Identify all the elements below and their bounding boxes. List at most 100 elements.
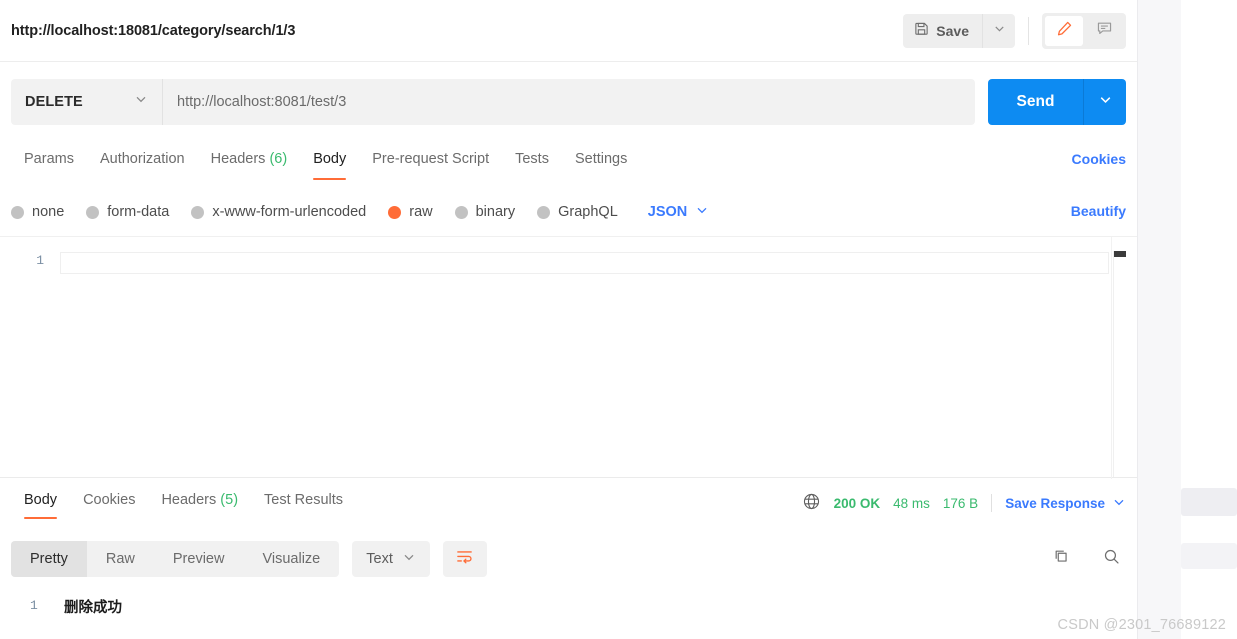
response-tabs: Body Cookies Headers (5) Test Results 20… [0,484,1137,524]
body-type-label: binary [475,204,516,220]
tab-label: Cookies [83,492,136,508]
view-mode-raw[interactable]: Raw [87,541,154,577]
tab-label: Body [313,151,347,167]
response-body-text: 删除成功 [64,600,122,616]
tab-settings[interactable]: Settings [562,140,640,180]
view-toggle-group [1042,13,1126,49]
background-block [1181,488,1237,516]
chevron-down-icon [134,92,148,111]
pencil-icon [1056,20,1073,42]
editor-active-line[interactable] [60,252,1109,274]
tab-params[interactable]: Params [11,140,87,180]
tab-label: Test Results [264,492,344,508]
search-icon [1102,547,1121,571]
editor-scroll-track-line [1111,237,1112,479]
word-wrap-button[interactable] [442,541,487,577]
tab-label: Settings [574,151,628,167]
response-view-actions [1046,534,1126,584]
breadcrumb-url: http://localhost:18081/category/search/1… [11,22,296,39]
send-dropdown-button[interactable] [1084,79,1126,125]
postman-window: http://localhost:18081/category/search/1… [0,0,1237,639]
editor-gutter: 1 [0,237,60,477]
response-status-code: 200 OK [833,495,881,511]
view-mode-preview[interactable]: Preview [154,541,244,577]
body-type-label: form-data [107,204,170,220]
tab-body[interactable]: Body [300,140,359,180]
request-body-editor[interactable]: 1 [0,236,1137,479]
tab-label: Headers [210,151,266,167]
globe-icon [802,492,821,514]
editor-line-number: 1 [36,253,44,268]
floppy-disk-icon [914,21,929,41]
background-block [1181,543,1237,569]
body-type-x-www-form-urlencoded[interactable]: x-www-form-urlencoded [191,204,366,220]
tab-pre-request-script[interactable]: Pre-request Script [359,140,502,180]
request-url-input[interactable]: http://localhost:8081/test/3 [163,79,975,125]
body-type-graphql[interactable]: GraphQL [537,204,618,220]
beautify-button[interactable]: Beautify [1071,203,1126,219]
body-type-none[interactable]: none [11,204,64,220]
response-tab-cookies[interactable]: Cookies [70,484,148,519]
tab-headers[interactable]: Headers (6) [198,140,301,180]
view-mode-pretty[interactable]: Pretty [11,541,87,577]
response-tab-headers[interactable]: Headers (5) [148,484,251,519]
radio-icon [454,205,468,219]
response-tab-body[interactable]: Body [11,484,70,519]
tab-label: Tests [515,151,549,167]
send-button[interactable]: Send [988,78,1084,125]
body-type-binary[interactable]: binary [454,204,516,220]
request-url-row: DELETE http://localhost:8081/test/3 Send [0,63,1137,140]
toolbar-divider [1028,17,1029,45]
response-time: 48 ms [893,495,930,511]
request-tabs: Params Authorization Headers (6) Body Pr… [0,140,1137,185]
save-response-button[interactable]: Save Response [1005,495,1126,512]
radio-icon [11,205,24,219]
tab-label: Authorization [99,151,185,167]
edit-mode-button[interactable] [1045,16,1083,46]
copy-button[interactable] [1046,544,1076,574]
response-format-select[interactable]: Text [352,541,430,577]
radio-icon [388,205,402,219]
editor-scrollbar-thumb[interactable] [1114,251,1126,257]
copy-icon [1052,547,1071,571]
save-dropdown-button[interactable] [983,14,1015,48]
comments-button[interactable] [1085,16,1123,46]
response-tab-test-results[interactable]: Test Results [251,484,356,519]
tab-count: (6) [269,151,288,167]
editor-scrollbar[interactable] [1113,251,1126,477]
cookies-link[interactable]: Cookies [1072,151,1126,167]
word-wrap-icon [455,547,474,571]
tab-label: Headers [161,492,217,508]
body-type-row: none form-data x-www-form-urlencoded raw… [0,192,1137,232]
body-format-select[interactable]: JSON [648,203,710,222]
background-panel [1181,0,1237,639]
body-type-raw[interactable]: raw [388,204,433,220]
save-response-label: Save Response [1005,495,1105,511]
chevron-down-icon [993,22,1006,40]
request-response-pane: http://localhost:18081/category/search/1… [0,0,1137,639]
chevron-down-icon [1112,495,1126,512]
radio-icon [537,205,551,219]
tab-count: (5) [220,492,239,508]
chevron-down-icon [402,550,416,568]
view-mode-visualize[interactable]: Visualize [243,541,339,577]
response-view-toolbar: Pretty Raw Preview Visualize Text [0,534,1137,584]
response-view-mode-group: Pretty Raw Preview Visualize [11,541,340,577]
body-type-form-data[interactable]: form-data [86,204,169,220]
tab-label: Body [24,492,58,508]
search-button[interactable] [1096,544,1126,574]
http-method-select[interactable]: DELETE [11,78,163,125]
comment-icon [1096,20,1113,42]
save-button-group: Save [903,14,1015,48]
top-bar-actions: Save [903,0,1126,62]
body-type-label: raw [409,204,433,220]
save-button-label: Save [936,23,969,39]
body-format-label: JSON [647,204,688,220]
tab-label: Pre-request Script [372,151,490,167]
response-body: 1 删除成功 [0,584,1137,639]
save-button[interactable]: Save [903,14,983,48]
response-format-label: Text [366,551,393,567]
tab-authorization[interactable]: Authorization [87,140,198,180]
tab-tests[interactable]: Tests [502,140,562,180]
radio-icon [191,205,205,219]
